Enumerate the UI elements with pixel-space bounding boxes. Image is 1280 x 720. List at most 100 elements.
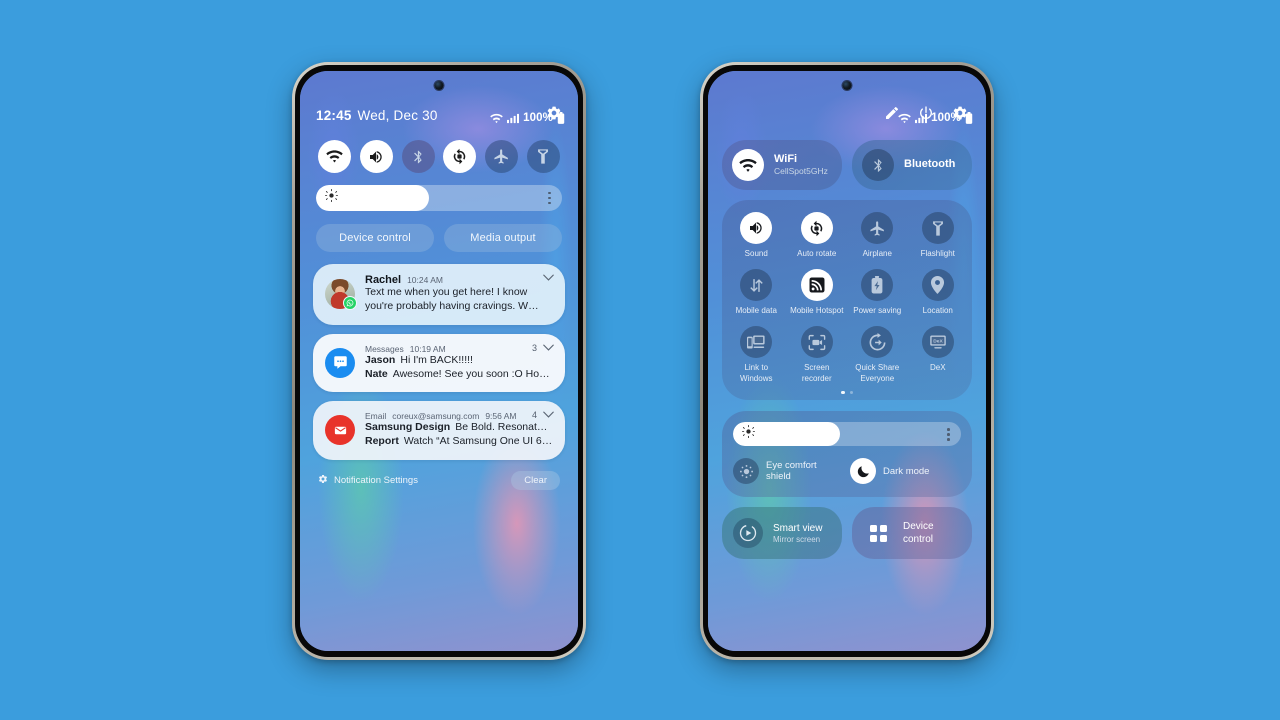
qs-label: Flashlight — [920, 249, 955, 258]
qs-dex[interactable]: DeX DeX — [908, 326, 969, 383]
brightness-slider[interactable] — [733, 422, 961, 447]
qs-mobile-data[interactable]: Mobile data — [726, 269, 787, 316]
wifi-tile-title: WiFi — [774, 152, 798, 165]
qs-label: Screen recorder — [801, 363, 832, 383]
smart-view-card[interactable]: Smart view Mirror screen — [722, 507, 842, 560]
toggle-sound[interactable] — [359, 140, 393, 173]
device-control-icon — [863, 518, 893, 548]
gear-icon — [318, 474, 328, 487]
qs-auto-rotate[interactable]: Auto rotate — [787, 212, 848, 259]
notification-app: Messages — [365, 343, 404, 354]
wifi-tile-text: WiFi CellSpot5GHz — [774, 153, 828, 178]
link-to-windows-icon — [740, 326, 773, 359]
notification-time: 10:24 AM — [407, 275, 443, 285]
right-phone: 100% WiFi CellSpot5GHz Bluetooth Sound A… — [700, 62, 994, 660]
location-icon — [921, 269, 954, 302]
notification-count: 3 — [531, 342, 537, 353]
smart-view-subtitle: Mirror screen — [773, 534, 821, 544]
notification-body: Email coreux@samsung.com 9:56 AM Samsung… — [365, 411, 553, 449]
toggle-bluetooth[interactable] — [401, 140, 435, 173]
media-output-button[interactable]: Media output — [444, 224, 562, 252]
qs-mobile-hotspot[interactable]: Mobile Hotspot — [787, 269, 848, 316]
qs-sound[interactable]: Sound — [726, 212, 787, 259]
qs-screen-recorder[interactable]: Screen recorder — [787, 326, 848, 383]
clear-button[interactable]: Clear — [511, 471, 560, 491]
dark-mode-toggle[interactable]: Dark mode — [850, 458, 961, 485]
mobile-data-icon — [740, 269, 773, 302]
notification-line-1: Jason Hi I'm BACK!!!!! — [365, 354, 553, 368]
device-control-button[interactable]: Device control — [316, 224, 434, 252]
smart-view-icon — [733, 518, 763, 549]
display-toggle-row: Eye comfort shield Dark mode — [733, 458, 961, 485]
notification-messages[interactable]: Messages 10:19 AM Jason Hi I'm BACK!!!!! … — [313, 333, 565, 393]
connectivity-row: WiFi CellSpot5GHz Bluetooth — [708, 140, 986, 190]
right-phone-screen: 100% WiFi CellSpot5GHz Bluetooth Sound A… — [708, 71, 986, 651]
toggle-wifi[interactable] — [318, 140, 351, 173]
wifi-icon — [732, 149, 764, 181]
page-dot-1[interactable] — [841, 390, 845, 395]
auto-rotate-icon — [454, 148, 466, 165]
sound-icon — [370, 150, 383, 163]
flashlight-icon — [538, 149, 549, 164]
airplane-icon — [861, 212, 894, 244]
bluetooth-icon — [862, 149, 894, 181]
battery-percent: 100% — [931, 112, 961, 124]
brightness-icon — [742, 425, 755, 443]
more-vertical-icon[interactable] — [947, 427, 950, 441]
device-control-card[interactable]: Device control — [852, 507, 972, 560]
notification-actions: 3 — [532, 343, 554, 353]
notification-line-2-text: Watch “At Samsung One UI 6.0… — [403, 435, 553, 448]
eye-comfort-shield-toggle[interactable]: Eye comfort shield — [733, 458, 844, 485]
notification-actions — [543, 273, 554, 283]
qs-label: Auto rotate — [797, 249, 837, 258]
notification-line-2: Nate Awesome! See you soon :O Hop… — [365, 368, 553, 382]
quick-toggle-row — [300, 140, 578, 173]
notification-footer: Notification Settings Clear — [300, 471, 578, 491]
notification-line-1-name: Samsung Design — [365, 421, 451, 434]
notification-email[interactable]: Email coreux@samsung.com 9:56 AM Samsung… — [313, 401, 565, 461]
device-control-text: Device control — [903, 520, 961, 546]
right-phone-bezel: 100% WiFi CellSpot5GHz Bluetooth Sound A… — [703, 65, 991, 657]
toggle-airplane[interactable] — [485, 140, 519, 173]
battery-icon — [965, 112, 973, 124]
more-vertical-icon[interactable] — [548, 191, 551, 205]
messages-icon — [325, 347, 355, 378]
signal-icon — [915, 113, 928, 124]
notification-icon — [325, 347, 355, 378]
qs-link-to-windows[interactable]: Link to Windows — [726, 326, 787, 383]
toggle-auto-rotate[interactable] — [443, 140, 477, 173]
chevron-down-icon[interactable] — [543, 273, 554, 283]
display-card: Eye comfort shield Dark mode — [722, 411, 972, 498]
qs-label: Sound — [744, 249, 768, 258]
email-icon — [325, 415, 355, 446]
page-dot-2[interactable] — [849, 390, 853, 395]
toggle-flashlight[interactable] — [526, 140, 560, 173]
notification-body: Messages 10:19 AM Jason Hi I'm BACK!!!!! … — [365, 344, 553, 382]
notification-settings-button[interactable]: Notification Settings — [318, 474, 418, 487]
front-camera — [842, 81, 852, 90]
smart-view-title: Smart view — [773, 522, 823, 534]
status-bar: 100% — [490, 112, 565, 124]
clock-time: 12:45 — [316, 108, 352, 123]
qs-power-saving[interactable]: Power saving — [847, 269, 908, 316]
brightness-control — [300, 185, 578, 211]
notification-actions: 4 — [532, 410, 554, 420]
notification-rachel[interactable]: Rachel 10:24 AM Text me when you get her… — [313, 264, 565, 325]
qs-airplane[interactable]: Airplane — [847, 212, 908, 259]
notification-count: 4 — [531, 410, 537, 421]
chevron-down-icon[interactable] — [543, 343, 554, 353]
hotspot-icon — [800, 269, 833, 302]
bluetooth-tile[interactable]: Bluetooth — [852, 140, 972, 190]
qs-location[interactable]: Location — [908, 269, 969, 316]
notification-sender: Rachel — [365, 274, 402, 286]
airplane-icon — [494, 149, 509, 164]
qs-flashlight[interactable]: Flashlight — [908, 212, 969, 259]
wifi-icon — [490, 113, 503, 124]
chevron-down-icon[interactable] — [543, 410, 554, 420]
qs-label: Mobile data — [735, 306, 777, 316]
qs-quick-share[interactable]: Quick Share Everyone — [847, 326, 908, 383]
front-camera — [434, 81, 444, 90]
left-phone: 100% 12:45 Wed, Dec 30 Device control Me… — [292, 62, 586, 660]
wifi-tile[interactable]: WiFi CellSpot5GHz — [722, 140, 842, 190]
brightness-slider[interactable] — [316, 185, 562, 211]
